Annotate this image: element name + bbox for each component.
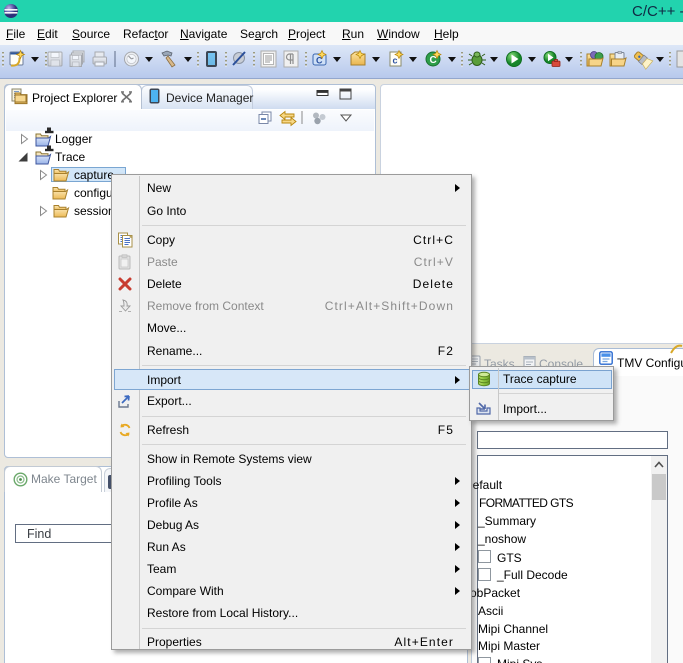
svg-text:c: c: [393, 56, 398, 66]
svg-text:C: C: [430, 55, 437, 66]
